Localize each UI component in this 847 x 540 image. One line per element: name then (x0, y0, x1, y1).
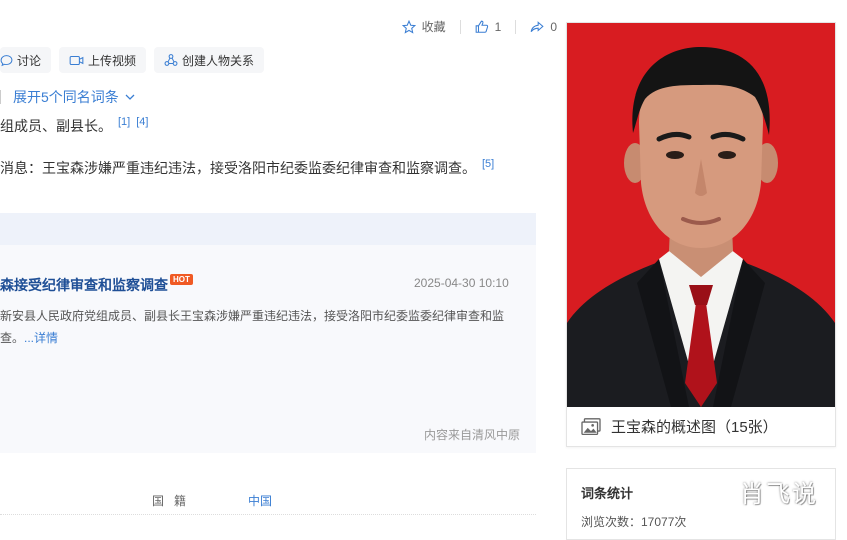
info-value-nationality[interactable]: 中国 (248, 492, 272, 509)
news-date: 2025-04-30 10:10 (414, 276, 509, 290)
summary-text: 组成员、副县长。 (0, 118, 112, 134)
like-button[interactable]: 1 (475, 19, 502, 34)
favorite-button[interactable]: 收藏 (401, 18, 446, 35)
create-relation-label: 创建人物关系 (182, 53, 255, 68)
view-count: 浏览次数：17077次 (581, 515, 687, 529)
reference-link[interactable]: [5] (482, 158, 494, 170)
news-source: 内容来自清风中原 (424, 428, 521, 442)
basic-info-row: 国籍 中国 (152, 492, 272, 509)
summary-photo-card[interactable]: 王宝森的概述图（15张） (566, 22, 836, 447)
same-name-entries-toggle[interactable]: 展开5个同名词条 (0, 87, 135, 107)
chevron-down-icon (125, 92, 135, 102)
summary-line: 消息：王宝森涉嫌严重违纪违法，接受洛阳市纪委监委纪律审查和监察调查。 [5] (0, 158, 494, 178)
portrait-illustration (567, 47, 835, 407)
upload-video-button[interactable]: 上传视频 (59, 47, 147, 73)
reference-link[interactable]: [4] (136, 116, 148, 128)
divider (0, 90, 1, 104)
discuss-button[interactable]: 讨论 (0, 47, 52, 73)
divider (459, 19, 461, 34)
watermark: 肖飞说 (740, 480, 818, 508)
expand-label: 展开5个同名词条 (13, 89, 119, 105)
share-icon (530, 20, 544, 34)
news-body-line: 新安县人民政府党组成员、副县长王宝森涉嫌严重违纪违法，接受洛阳市纪委监委纪律审查… (0, 309, 505, 323)
share-button[interactable]: 0 (530, 20, 557, 34)
stats-title: 词条统计 (581, 486, 634, 501)
like-count: 1 (494, 19, 502, 34)
news-title-link[interactable]: 森接受纪律审查和监察调查 HOT (0, 273, 193, 295)
create-relation-button[interactable]: 创建人物关系 (154, 47, 265, 73)
entry-toolbar: 收藏 1 0 (401, 18, 557, 35)
summary-line: 组成员、副县长。 [1] [4] (0, 116, 148, 136)
share-count: 0 (550, 19, 557, 34)
divider (515, 19, 517, 34)
chat-bubble-icon (0, 54, 13, 67)
action-buttons: 讨论 上传视频 创建人物关系 (0, 47, 265, 73)
discuss-label: 讨论 (17, 53, 42, 68)
photo-caption[interactable]: 王宝森的概述图（15张） (567, 407, 835, 446)
portrait-photo[interactable] (567, 23, 835, 407)
thumbs-up-icon (475, 20, 489, 34)
star-icon (401, 19, 416, 34)
video-camera-icon (69, 54, 84, 67)
image-gallery-icon (581, 417, 601, 436)
news-summary: 新安县人民政府党组成员、副县长王宝森涉嫌严重违纪违法，接受洛阳市纪委监委纪律审查… (0, 305, 520, 349)
reference-link[interactable]: [1] (118, 116, 130, 128)
details-link[interactable]: ...详情 (24, 331, 58, 345)
favorite-label: 收藏 (421, 20, 446, 34)
news-title: 森接受纪律审查和监察调查 (0, 277, 168, 293)
news-panel-header (0, 213, 536, 245)
relation-graph-icon (164, 53, 178, 67)
news-body-tail: 查。 (0, 331, 25, 345)
summary-text: 消息：王宝森涉嫌严重违纪违法，接受洛阳市纪委监委纪律审查和监察调查。 (0, 160, 476, 176)
photo-caption-text: 王宝森的概述图（15张） (611, 419, 778, 436)
upload-video-label: 上传视频 (88, 53, 137, 68)
hot-badge: HOT (170, 273, 193, 285)
divider (0, 514, 536, 515)
info-key-nationality: 国籍 (152, 494, 197, 508)
